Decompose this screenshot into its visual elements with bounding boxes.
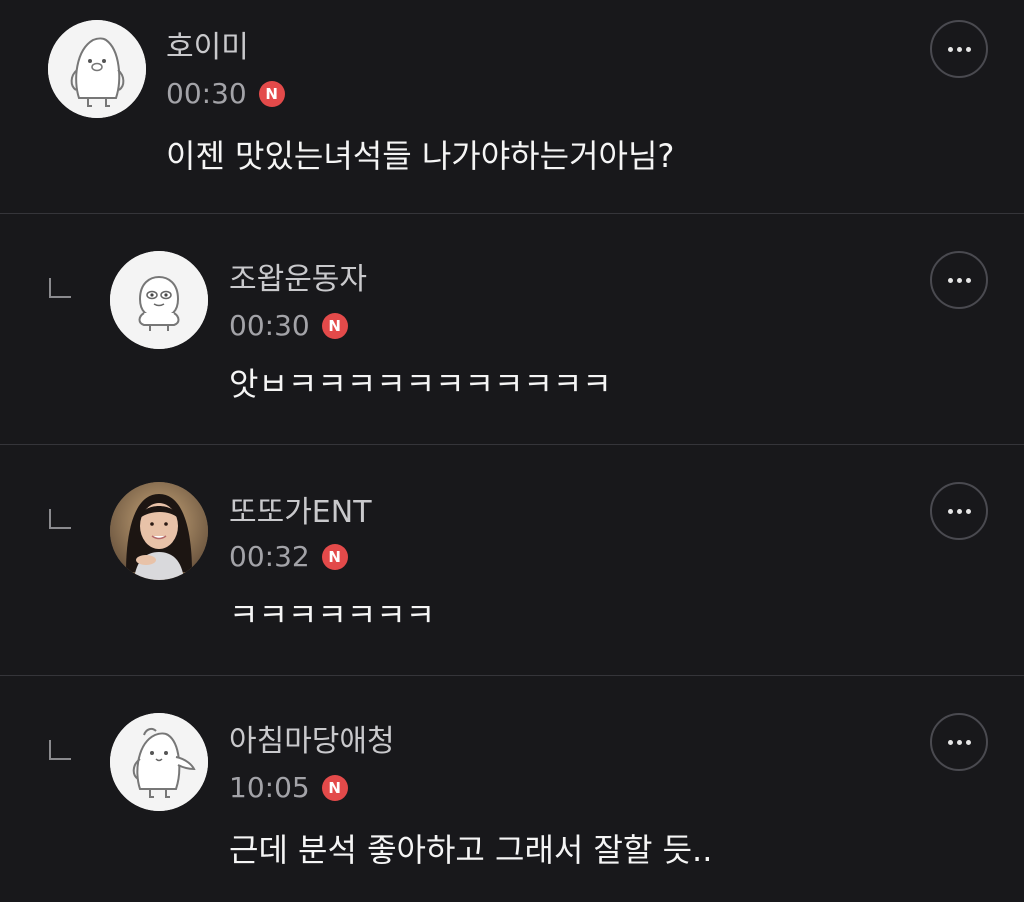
profile-photo-icon bbox=[110, 482, 208, 580]
more-options-button[interactable] bbox=[930, 251, 988, 309]
reply-indent-icon bbox=[49, 278, 71, 298]
reply-item: 또또가ENT 00:32 N ㅋㅋㅋㅋㅋㅋㅋ bbox=[0, 445, 1024, 675]
reply-indent-icon bbox=[49, 509, 71, 529]
new-badge-icon: N bbox=[258, 81, 285, 107]
more-options-dot bbox=[965, 277, 971, 283]
more-options-dot bbox=[965, 739, 971, 745]
new-badge-icon: N bbox=[321, 313, 348, 339]
more-options-dot bbox=[956, 277, 962, 283]
more-options-icon bbox=[947, 277, 953, 283]
new-badge-icon: N bbox=[321, 544, 348, 570]
comment-time: 00:30 bbox=[229, 309, 310, 342]
comment-meta: 00:30 N bbox=[166, 78, 285, 110]
avatar[interactable] bbox=[48, 20, 146, 118]
more-options-dot bbox=[956, 508, 962, 514]
more-options-button[interactable] bbox=[930, 482, 988, 540]
reply-indent-icon bbox=[49, 740, 71, 760]
comment-meta: 00:30 N bbox=[229, 310, 348, 342]
more-options-button[interactable] bbox=[930, 20, 988, 78]
more-options-dot bbox=[956, 46, 962, 52]
new-badge-icon: N bbox=[321, 775, 348, 801]
more-options-icon bbox=[947, 46, 953, 52]
more-options-icon bbox=[947, 508, 953, 514]
penguin-avatar-icon bbox=[110, 713, 208, 811]
comment-meta: 00:32 N bbox=[229, 541, 348, 573]
comment-nickname[interactable]: 호이미 bbox=[166, 30, 249, 66]
penguin-avatar-icon bbox=[48, 20, 146, 118]
comment-nickname[interactable]: 아침마당애청 bbox=[229, 724, 395, 760]
reply-item: 아침마당애청 10:05 N 근데 분석 좋아하고 그래서 잘할 듯.. bbox=[0, 676, 1024, 902]
comment-time: 10:05 bbox=[229, 771, 310, 804]
comment-nickname[interactable]: 조왑운동자 bbox=[229, 262, 367, 298]
more-options-button[interactable] bbox=[930, 713, 988, 771]
reply-item: 조왑운동자 00:30 N 앗ㅂㅋㅋㅋㅋㅋㅋㅋㅋㅋㅋㅋ bbox=[0, 214, 1024, 444]
comment-time: 00:32 bbox=[229, 540, 310, 573]
comment-time: 00:30 bbox=[166, 77, 247, 110]
comment-meta: 10:05 N bbox=[229, 772, 348, 804]
more-options-dot bbox=[965, 508, 971, 514]
avatar[interactable] bbox=[110, 482, 208, 580]
comment-item: 호이미 00:30 N 이젠 맛있는녀석들 나가야하는거아님? bbox=[0, 0, 1024, 213]
avatar[interactable] bbox=[110, 251, 208, 349]
comment-text: 앗ㅂㅋㅋㅋㅋㅋㅋㅋㅋㅋㅋㅋ bbox=[229, 365, 612, 403]
more-options-dot bbox=[956, 739, 962, 745]
comment-text: 이젠 맛있는녀석들 나가야하는거아님? bbox=[166, 137, 675, 175]
more-options-dot bbox=[965, 46, 971, 52]
avatar[interactable] bbox=[110, 713, 208, 811]
comment-text: ㅋㅋㅋㅋㅋㅋㅋ bbox=[229, 596, 436, 634]
more-options-icon bbox=[947, 739, 953, 745]
comment-text: 근데 분석 좋아하고 그래서 잘할 듯.. bbox=[229, 831, 713, 869]
character-avatar-icon bbox=[110, 251, 208, 349]
comment-nickname[interactable]: 또또가ENT bbox=[229, 495, 372, 531]
